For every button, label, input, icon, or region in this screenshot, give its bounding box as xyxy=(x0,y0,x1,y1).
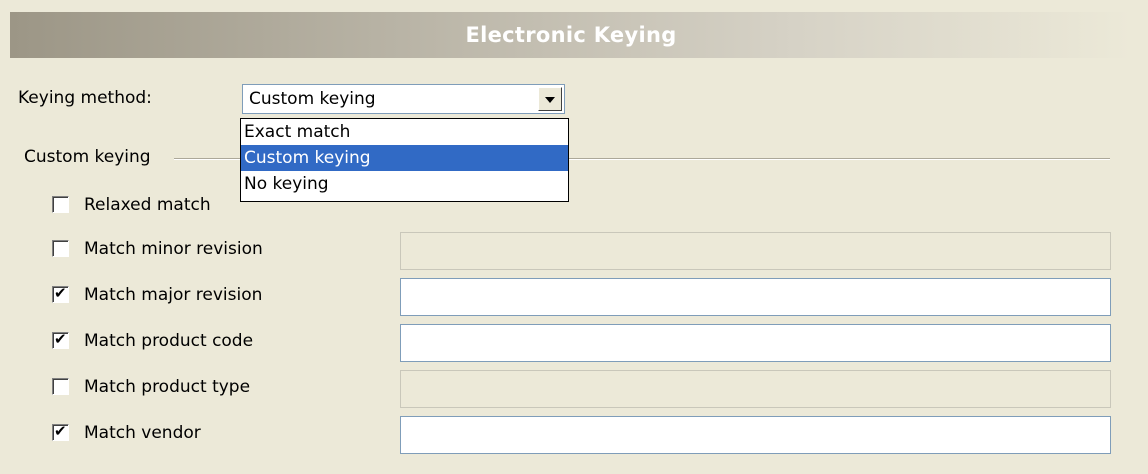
match-minor-revision-checkbox[interactable] xyxy=(52,240,69,257)
chevron-down-icon xyxy=(545,97,555,103)
keying-method-value: Custom keying xyxy=(249,89,376,109)
match-minor-revision-label: Match minor revision xyxy=(84,239,263,259)
checkmark-icon: ✔ xyxy=(54,284,67,302)
checkmark-icon: ✔ xyxy=(54,330,67,348)
major-revision-field[interactable] xyxy=(400,278,1111,316)
match-product-type-label: Match product type xyxy=(84,377,251,397)
option-custom-keying[interactable]: Custom keying xyxy=(241,145,568,171)
dropdown-button[interactable] xyxy=(538,87,562,111)
minor-revision-field[interactable] xyxy=(400,232,1111,270)
option-no-keying[interactable]: No keying xyxy=(241,171,568,197)
match-major-revision-label: Match major revision xyxy=(84,285,263,305)
section-header: Electronic Keying xyxy=(10,12,1132,58)
product-type-field[interactable] xyxy=(400,370,1111,408)
match-vendor-label: Match vendor xyxy=(84,423,201,443)
vendor-field[interactable] xyxy=(400,416,1111,454)
product-code-field[interactable] xyxy=(400,324,1111,362)
match-product-code-label: Match product code xyxy=(84,331,254,351)
relaxed-match-checkbox[interactable] xyxy=(52,196,69,213)
keying-method-label: Keying method: xyxy=(18,88,152,108)
checkmark-icon: ✔ xyxy=(54,422,67,440)
match-product-type-checkbox[interactable] xyxy=(52,378,69,395)
match-product-code-checkbox[interactable]: ✔ xyxy=(52,330,69,349)
custom-keying-group-label: Custom keying xyxy=(24,147,151,167)
match-major-revision-checkbox[interactable]: ✔ xyxy=(52,284,69,303)
option-exact-match[interactable]: Exact match xyxy=(241,119,568,145)
keying-method-combobox[interactable]: Custom keying xyxy=(242,84,565,114)
match-vendor-checkbox[interactable]: ✔ xyxy=(52,422,69,441)
section-title: Electronic Keying xyxy=(465,23,677,47)
relaxed-match-label: Relaxed match xyxy=(84,195,211,215)
keying-method-dropdown-list: Exact match Custom keying No keying xyxy=(240,118,569,202)
